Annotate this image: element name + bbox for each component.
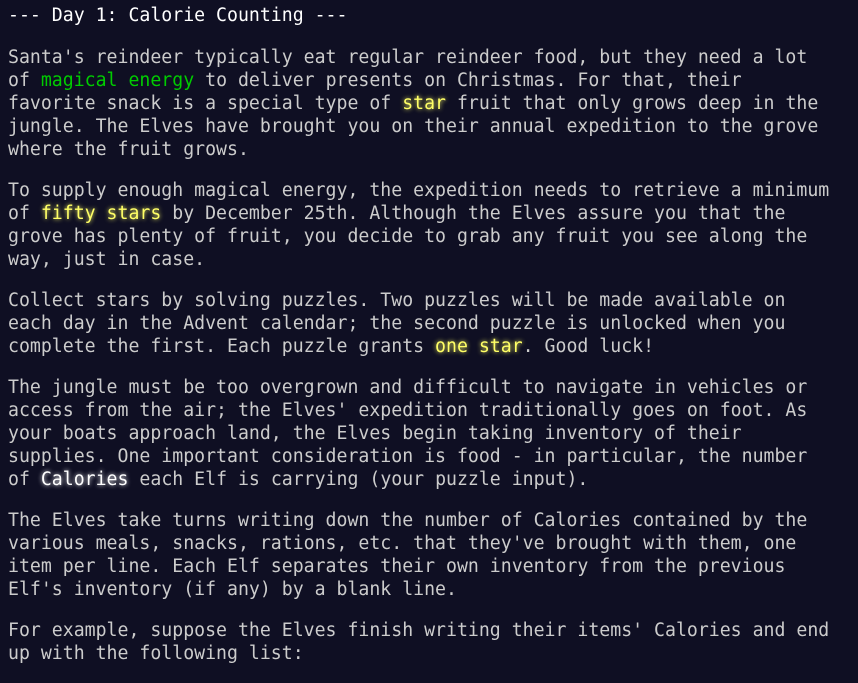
text-segment: fruit that only grows deep in the <box>446 93 819 114</box>
paragraph: For example, suppose the Elves finish wr… <box>8 619 854 665</box>
text-segment: Collect stars by solving puzzles. Two pu… <box>8 290 786 311</box>
text-segment: complete the first. Each puzzle grants <box>8 336 436 357</box>
text-segment: various meals, snacks, rations, etc. tha… <box>8 533 797 554</box>
text-segment: . Good luck! <box>522 336 655 357</box>
text-segment: The Elves take turns writing down the nu… <box>8 510 808 531</box>
text-segment: way, just in case. <box>8 249 206 270</box>
text-segment: each day in the Advent calendar; the sec… <box>8 313 786 334</box>
text-segment: of <box>8 203 41 224</box>
text-segment: To supply enough magical energy, the exp… <box>8 180 830 201</box>
text-segment: jungle. The Elves have brought you on th… <box>8 116 819 137</box>
text-segment: access from the air; the Elves' expediti… <box>8 400 808 421</box>
emphasis-text: Calories <box>40 469 129 490</box>
text-segment: supplies. One important consideration is… <box>8 446 808 467</box>
text-segment: your boats approach land, the Elves begi… <box>8 423 742 444</box>
puzzle-article: --- Day 1: Calorie Counting --- Santa's … <box>8 4 854 683</box>
text-segment: each Elf is carrying (your puzzle input)… <box>128 469 589 490</box>
text-segment: where the fruit grows. <box>8 139 249 160</box>
text-segment: Elf's inventory (if any) by a blank line… <box>8 579 457 600</box>
text-segment: to deliver presents on Christmas. For th… <box>194 70 742 91</box>
highlight-star-text: star <box>402 93 447 114</box>
text-segment: of <box>8 469 41 490</box>
description-body: Santa's reindeer typically eat regular r… <box>8 46 854 665</box>
text-segment: up with the following list: <box>8 643 304 664</box>
text-segment: of <box>8 70 41 91</box>
text-segment: by December 25th. Although the Elves ass… <box>161 203 786 224</box>
text-segment: Santa's reindeer typically eat regular r… <box>8 47 808 68</box>
text-segment: For example, suppose the Elves finish wr… <box>8 620 830 641</box>
paragraph: To supply enough magical energy, the exp… <box>8 179 854 271</box>
highlight-star-text: fifty stars <box>40 203 162 224</box>
paragraph: Collect stars by solving puzzles. Two pu… <box>8 289 854 358</box>
day-title: --- Day 1: Calorie Counting --- <box>8 5 348 26</box>
paragraph: The Elves take turns writing down the nu… <box>8 509 854 601</box>
text-segment: grove has plenty of fruit, you decide to… <box>8 226 808 247</box>
highlight-star-text: one star <box>435 336 523 357</box>
paragraph: Santa's reindeer typically eat regular r… <box>8 46 854 161</box>
text-segment: item per line. Each Elf separates their … <box>8 556 786 577</box>
highlight-green-text: magical energy <box>40 70 195 91</box>
paragraph: The jungle must be too overgrown and dif… <box>8 376 854 491</box>
text-segment: The jungle must be too overgrown and dif… <box>8 377 808 398</box>
text-segment: favorite snack is a special type of <box>8 93 403 114</box>
